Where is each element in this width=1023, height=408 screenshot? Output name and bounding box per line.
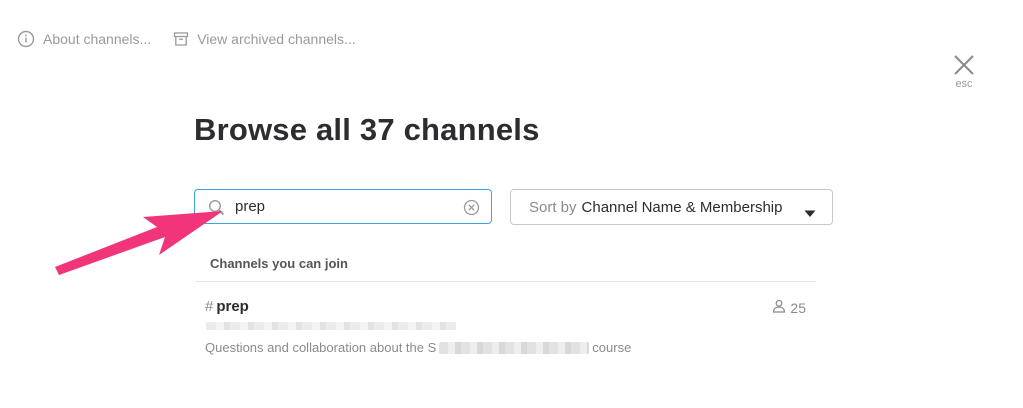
about-channels-link[interactable]: About channels... (17, 30, 151, 48)
channel-name-label: prep (216, 298, 249, 315)
channel-search[interactable] (194, 189, 492, 224)
page-title: Browse all 37 channels (194, 112, 540, 147)
view-archived-label: View archived channels... (197, 31, 356, 47)
divider (196, 281, 816, 282)
member-count: 25 (772, 299, 806, 316)
channel-purpose: Questions and collaboration about the S c… (205, 340, 631, 355)
sort-prefix: Sort by (529, 198, 577, 216)
close-icon (950, 54, 978, 76)
purpose-text-start: Questions and collaboration about the S (205, 340, 437, 355)
esc-hint: esc (955, 78, 973, 90)
top-bar: About channels... View archived channels… (17, 30, 356, 48)
view-archived-link[interactable]: View archived channels... (173, 31, 356, 47)
search-input[interactable] (235, 198, 455, 215)
sort-value: Channel Name & Membership (581, 198, 783, 216)
sort-dropdown[interactable]: Sort by Channel Name & Membership (510, 189, 833, 225)
redacted-text (206, 322, 456, 330)
member-icon (772, 299, 786, 316)
info-icon (17, 30, 35, 48)
caret-down-icon (804, 205, 816, 222)
channel-name: # prep (205, 298, 249, 315)
purpose-text-end: course (592, 340, 632, 355)
clear-icon[interactable] (463, 199, 480, 221)
channel-hash: # (205, 298, 214, 315)
about-channels-label: About channels... (43, 31, 152, 47)
redacted-text (439, 342, 590, 354)
section-heading: Channels you can join (210, 256, 348, 271)
annotation-arrow (55, 211, 223, 275)
archive-icon (173, 31, 189, 47)
channel-row[interactable]: # prep 25 Questions and collaboration abo… (194, 284, 816, 364)
close-button[interactable]: esc (950, 54, 978, 90)
member-count-value: 25 (790, 299, 806, 316)
